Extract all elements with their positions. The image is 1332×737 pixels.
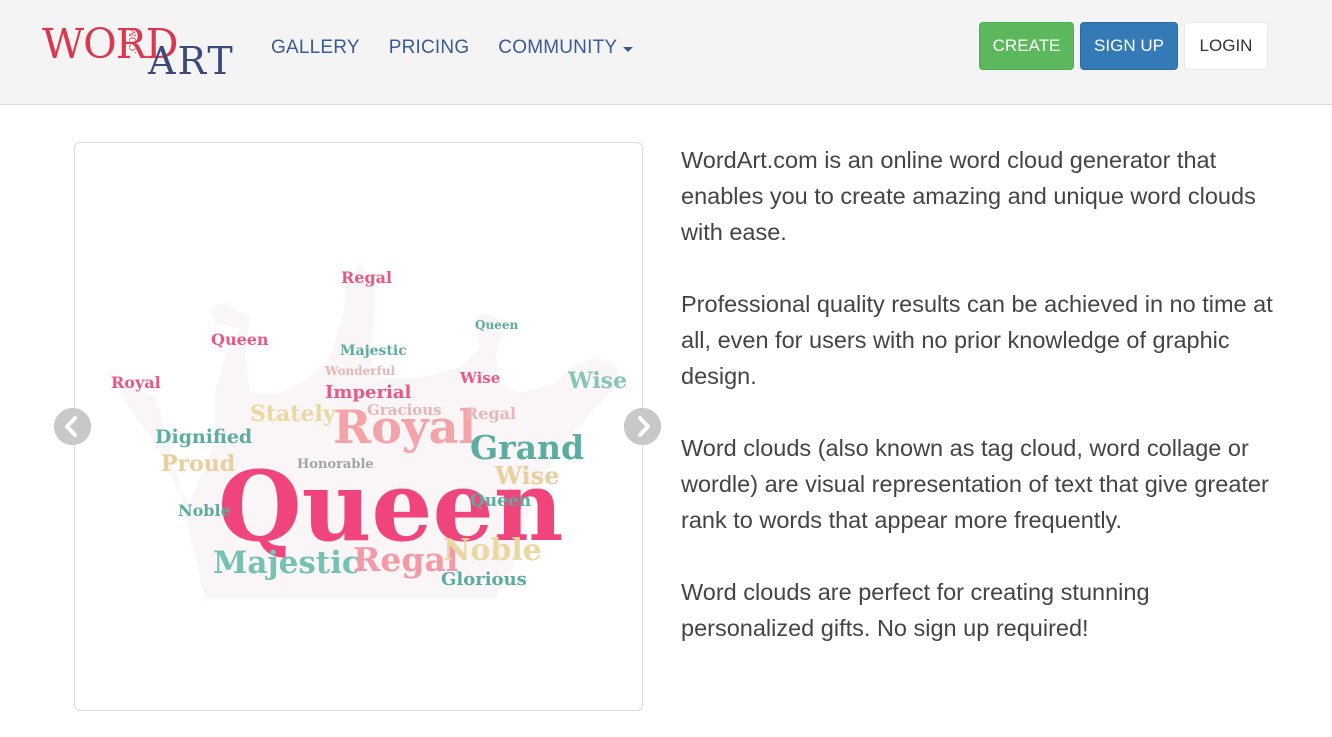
nav-community-dropdown[interactable]: COMMUNITY bbox=[498, 37, 634, 59]
create-button[interactable]: CREATE bbox=[979, 22, 1074, 70]
crown-wordcloud-image: Queen Royal Grand Majestic Regal Noble P… bbox=[75, 143, 642, 710]
wordcloud-word-wise: Wise bbox=[567, 368, 627, 394]
carousel-prev-button[interactable] bbox=[54, 408, 91, 445]
wordcloud-word-wise-right: Wise bbox=[494, 461, 559, 490]
logo-com-text: .COM bbox=[129, 28, 139, 54]
wordcloud-carousel: Queen Royal Grand Majestic Regal Noble P… bbox=[74, 142, 643, 711]
wordcloud-word-regal-right: Regal bbox=[465, 404, 516, 423]
logo-art-text: ART bbox=[147, 39, 235, 83]
description-paragraph-4: Word clouds are perfect for creating stu… bbox=[681, 579, 1150, 641]
description-section: WordArt.com is an online word cloud gene… bbox=[681, 142, 1281, 682]
login-button[interactable]: LOGIN bbox=[1184, 22, 1268, 70]
chevron-right-icon bbox=[624, 408, 661, 445]
wordcloud-word-regal-top: Regal bbox=[341, 268, 392, 287]
wordcloud-word-proud: Proud bbox=[161, 451, 235, 477]
top-navbar: WORD .COM ART GALLERY PRICING COMMUNITY … bbox=[0, 0, 1332, 105]
chevron-left-icon bbox=[54, 408, 91, 445]
wordart-logo-image: WORD .COM ART bbox=[42, 20, 235, 83]
carousel-next-button[interactable] bbox=[624, 408, 661, 445]
sign-up-button[interactable]: SIGN UP bbox=[1080, 22, 1178, 70]
wordcloud-word-noble: Noble bbox=[443, 533, 542, 568]
wordart-logo[interactable]: WORD .COM ART bbox=[40, 14, 245, 84]
wordcloud-word-stately: Stately bbox=[250, 401, 337, 427]
wordcloud-word-majestic-small: Majestic bbox=[340, 343, 407, 359]
wordcloud-word-queen-small: Queen bbox=[470, 491, 531, 511]
description-paragraph-2: Professional quality results can be achi… bbox=[681, 291, 1273, 389]
nav-gallery-link[interactable]: GALLERY bbox=[271, 37, 360, 59]
wordcloud-word-majestic: Majestic bbox=[213, 545, 361, 581]
description-paragraph-3: Word clouds (also known as tag cloud, wo… bbox=[681, 435, 1269, 533]
wordcloud-word-glorious: Glorious bbox=[441, 569, 527, 590]
wordcloud-word-queen-right: Queen bbox=[475, 318, 518, 332]
main-nav: GALLERY PRICING COMMUNITY bbox=[271, 35, 662, 61]
wordcloud-word-honorable: Honorable bbox=[297, 457, 374, 472]
wordcloud-word-wise-pink: Wise bbox=[459, 369, 500, 387]
wordcloud-word-wonderful: Wonderful bbox=[324, 364, 395, 378]
nav-community-label: COMMUNITY bbox=[498, 37, 618, 58]
caret-down-icon bbox=[623, 46, 634, 52]
wordcloud-word-queen-left: Queen bbox=[211, 330, 269, 349]
nav-pricing-link[interactable]: PRICING bbox=[389, 37, 470, 59]
wordcloud-word-royal-left: Royal bbox=[111, 373, 161, 392]
wordcloud-word-dignified: Dignified bbox=[155, 426, 252, 448]
description-paragraph-1: WordArt.com is an online word cloud gene… bbox=[681, 147, 1256, 245]
wordcloud-word-noble-left: Noble bbox=[178, 501, 231, 520]
wordcloud-word-imperial: Imperial bbox=[325, 382, 411, 403]
wordcloud-word-gracious: Gracious bbox=[367, 401, 442, 419]
